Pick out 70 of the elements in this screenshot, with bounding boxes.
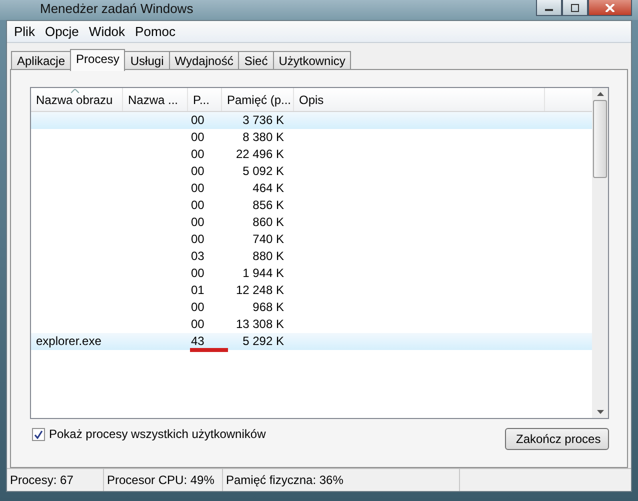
table-cell-text: 00: [190, 180, 206, 198]
table-cell-text: 00: [190, 146, 206, 164]
menu-item[interactable]: Pomoc: [130, 23, 181, 40]
menu-item[interactable]: Widok: [84, 23, 130, 40]
table-cell-text: 8 380 K: [242, 129, 285, 146]
menu-item[interactable]: Opcje: [40, 23, 84, 40]
window-title: Menedżer zadań Windows: [40, 0, 194, 18]
table-row[interactable]: 00 22 496 K: [31, 146, 592, 164]
status-text: Procesy: 67: [7, 469, 104, 491]
table-cell-text: 740 K: [252, 231, 285, 248]
table-row[interactable]: 00 1 944 K: [31, 265, 592, 282]
table-cell-text: 22 496 K: [234, 146, 285, 164]
table-row[interactable]: 03 880 K: [31, 248, 592, 266]
table-cell-text: 880 K: [252, 248, 285, 266]
status-text: Pamięć fizyczna: 36%: [223, 469, 460, 491]
scroll-up-icon[interactable]: [596, 92, 604, 96]
table-row[interactable]: 00 860 K: [31, 214, 592, 232]
table-cell-text: 00: [190, 265, 206, 282]
table-cell-text: 00: [190, 129, 206, 146]
scroll-down-icon[interactable]: [596, 410, 604, 414]
table-row[interactable]: 00 8 380 K: [31, 129, 592, 146]
table-row[interactable]: 00 464 K: [31, 180, 592, 198]
table-cell-text: 00: [190, 316, 206, 334]
table-row[interactable]: explorer.exe 43 5 292 K: [31, 333, 592, 350]
table-cell-text: 464 K: [252, 180, 285, 198]
minimize-button[interactable]: [536, 0, 562, 16]
table-row[interactable]: 00 5 092 K: [31, 163, 592, 180]
end-process-button[interactable]: Zakończ proces: [505, 428, 609, 450]
status-text: Procesor CPU: 49%: [104, 469, 223, 491]
table-cell-text: 00: [190, 231, 206, 248]
table-cell-text: 00: [190, 197, 206, 214]
tab[interactable]: Procesy: [70, 49, 126, 72]
maximize-icon: [570, 4, 580, 12]
table-row[interactable]: 00 13 308 K: [31, 316, 592, 334]
maximize-button[interactable]: [562, 0, 588, 16]
table-cell-text: 03: [190, 248, 206, 266]
scroll-thumb[interactable]: [593, 100, 607, 178]
column-header[interactable]: Opis: [294, 88, 545, 112]
table-cell-text: 3 736 K: [242, 112, 285, 130]
table-cell-text: 1 944 K: [242, 265, 285, 282]
checkbox-label: Pokaż procesy wszystkich użytkowników: [49, 427, 266, 442]
table-cell-text: 00: [190, 163, 206, 180]
underline-mark: [190, 348, 228, 352]
table-cell-text: 01: [190, 282, 206, 300]
column-header[interactable]: Pamięć (p...: [222, 88, 294, 112]
table-cell-text: 968 K: [252, 299, 285, 316]
close-icon: [605, 4, 615, 12]
table-cell-text: 5 092 K: [242, 163, 285, 180]
table-cell-text: 00: [190, 299, 206, 316]
scrollbar[interactable]: [592, 88, 608, 418]
table-row[interactable]: 00 856 K: [31, 197, 592, 214]
table-cell: 43: [186, 333, 219, 350]
checkbox[interactable]: [32, 428, 45, 441]
table-cell-text: 12 248 K: [234, 282, 285, 300]
table-cell-text: 856 K: [252, 197, 285, 214]
table-row[interactable]: 00 3 736 K: [31, 112, 592, 130]
table-cell-text: 13 308 K: [234, 316, 285, 334]
column-header[interactable]: P...: [188, 88, 222, 112]
column-header[interactable]: Nazwa ...: [123, 88, 188, 112]
table-row[interactable]: 01 12 248 K: [31, 282, 592, 300]
table-cell-text: explorer.exe: [35, 333, 102, 350]
table-row[interactable]: 00 740 K: [31, 231, 592, 248]
column-header[interactable]: Nazwa obrazu: [31, 88, 123, 112]
close-button[interactable]: [588, 0, 632, 16]
menu-item[interactable]: Plik: [9, 23, 40, 40]
table-cell-text: 860 K: [252, 214, 285, 232]
table-cell-text: 5 292 K: [242, 333, 285, 350]
table-row[interactable]: 00 968 K: [31, 299, 592, 316]
table-cell-text: 00: [190, 214, 206, 232]
table-cell-text: 00: [190, 112, 206, 130]
